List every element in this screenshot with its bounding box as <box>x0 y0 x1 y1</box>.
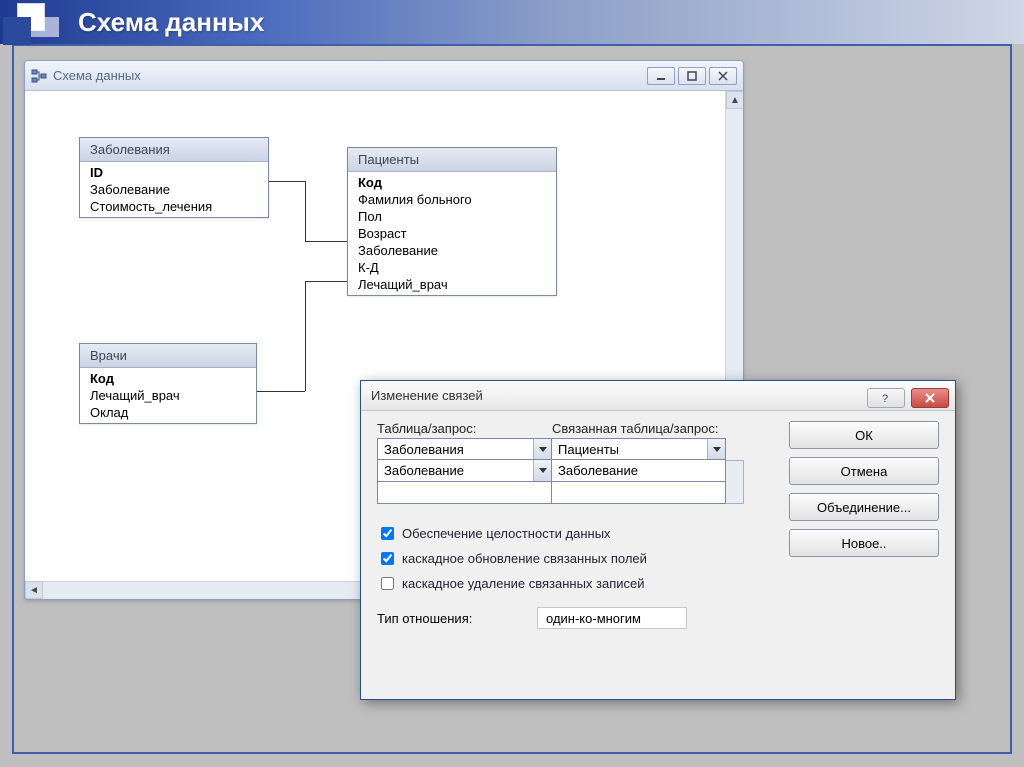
relationships-titlebar[interactable]: Схема данных <box>25 61 743 91</box>
chevron-down-icon[interactable] <box>533 439 551 459</box>
slide-corner-decoration <box>3 3 59 59</box>
cascade-update-label: каскадное обновление связанных полей <box>402 551 647 566</box>
ok-button[interactable]: ОК <box>789 421 939 449</box>
cascade-update-checkbox[interactable] <box>381 552 394 565</box>
right-table-label: Связанная таблица/запрос: <box>552 421 727 436</box>
table-header[interactable]: Врачи <box>80 344 256 368</box>
left-field-cell[interactable]: Заболевание <box>377 460 552 482</box>
field-row[interactable]: Код <box>80 370 256 387</box>
dialog-close-button[interactable] <box>911 388 949 408</box>
relation-line <box>255 391 305 392</box>
scroll-up-icon[interactable]: ▲ <box>726 91 744 109</box>
relation-line <box>305 181 306 241</box>
relation-line <box>305 281 306 391</box>
relationships-window-title: Схема данных <box>53 68 644 83</box>
left-field-value: Заболевание <box>384 463 464 478</box>
field-grid-scrollbar[interactable] <box>726 460 744 504</box>
table-header[interactable]: Пациенты <box>348 148 556 172</box>
dialog-title: Изменение связей <box>371 388 867 403</box>
enforce-integrity-checkbox[interactable] <box>381 527 394 540</box>
scroll-left-icon[interactable]: ◄ <box>25 581 43 599</box>
right-field-value: Заболевание <box>558 463 638 478</box>
relationship-type-value: один-ко-многим <box>537 607 687 629</box>
slide-title: Схема данных <box>78 7 264 37</box>
right-field-empty[interactable] <box>551 482 726 504</box>
slide-title-bar: Схема данных <box>0 0 1024 44</box>
field-row[interactable]: Лечащий_врач <box>80 387 256 404</box>
relation-line <box>305 281 347 282</box>
table-diseases[interactable]: Заболевания ID Заболевание Стоимость_леч… <box>79 137 269 218</box>
chevron-down-icon[interactable] <box>707 439 725 459</box>
chevron-down-icon[interactable] <box>533 460 551 481</box>
field-row[interactable]: Лечащий_врач <box>348 276 556 293</box>
cancel-button[interactable]: Отмена <box>789 457 939 485</box>
field-row[interactable]: Заболевание <box>80 181 268 198</box>
left-table-label: Таблица/запрос: <box>377 421 552 436</box>
right-table-combo[interactable]: Пациенты <box>551 438 726 460</box>
table-patients[interactable]: Пациенты Код Фамилия больного Пол Возрас… <box>347 147 557 296</box>
cascade-delete-check[interactable]: каскадное удаление связанных записей <box>377 574 939 593</box>
field-row[interactable]: Оклад <box>80 404 256 421</box>
relationships-icon <box>31 68 47 84</box>
field-row[interactable]: Возраст <box>348 225 556 242</box>
join-type-button[interactable]: Объединение... <box>789 493 939 521</box>
field-row[interactable]: ID <box>80 164 268 181</box>
field-row[interactable]: Фамилия больного <box>348 191 556 208</box>
field-row[interactable]: Заболевание <box>348 242 556 259</box>
relation-line <box>267 181 305 182</box>
dialog-titlebar[interactable]: Изменение связей ? <box>361 381 955 411</box>
cascade-delete-label: каскадное удаление связанных записей <box>402 576 645 591</box>
table-header[interactable]: Заболевания <box>80 138 268 162</box>
relationship-type-label: Тип отношения: <box>377 611 537 626</box>
table-doctors[interactable]: Врачи Код Лечащий_врач Оклад <box>79 343 257 424</box>
right-field-cell[interactable]: Заболевание <box>551 460 726 482</box>
relation-line <box>305 241 347 242</box>
enforce-integrity-label: Обеспечение целостности данных <box>402 526 611 541</box>
maximize-button[interactable] <box>678 67 706 85</box>
help-button[interactable]: ? <box>867 388 905 408</box>
left-table-combo[interactable]: Заболевания <box>377 438 552 460</box>
cascade-delete-checkbox[interactable] <box>381 577 394 590</box>
field-row[interactable]: К-Д <box>348 259 556 276</box>
left-field-empty[interactable] <box>377 482 552 504</box>
field-row[interactable]: Код <box>348 174 556 191</box>
field-row[interactable]: Пол <box>348 208 556 225</box>
field-row[interactable]: Стоимость_лечения <box>80 198 268 215</box>
right-table-value: Пациенты <box>552 442 707 457</box>
svg-text:?: ? <box>882 393 888 404</box>
left-table-value: Заболевания <box>378 442 533 457</box>
close-button[interactable] <box>709 67 737 85</box>
new-button[interactable]: Новое.. <box>789 529 939 557</box>
minimize-button[interactable] <box>647 67 675 85</box>
edit-relationships-dialog: Изменение связей ? Таблица/запрос: Связа… <box>360 380 956 700</box>
